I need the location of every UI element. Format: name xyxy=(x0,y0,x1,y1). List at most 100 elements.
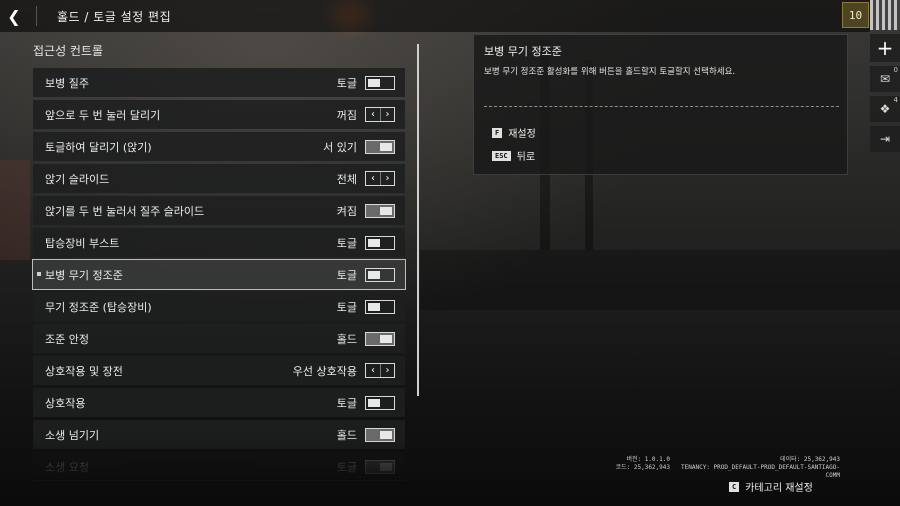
setting-row[interactable]: 앉기 슬라이드 전체 ‹ › xyxy=(33,164,405,193)
list-fade-overlay xyxy=(33,440,405,480)
chevron-right-icon[interactable]: › xyxy=(380,364,394,377)
toggle-knob xyxy=(368,238,380,247)
value-stepper[interactable]: ‹ › xyxy=(365,107,395,122)
exit-button[interactable]: ⇥ xyxy=(870,126,900,152)
setting-row[interactable]: 보병 질주 토글 xyxy=(33,68,405,97)
background-horizon xyxy=(420,250,900,310)
build-info-right: 데이터: 25,362,943 TENANCY: PROD_DEFAULT-PR… xyxy=(676,456,840,480)
back-action-button[interactable]: ESC 뒤로 xyxy=(492,148,535,163)
settings-list: 보병 질주 토글 앞으로 두 번 눌러 달리기 꺼짐 ‹ › 토글하여 달리기 (앉기) 서 … xyxy=(32,68,406,484)
toggle-switch[interactable] xyxy=(365,267,395,282)
details-divider xyxy=(484,106,839,107)
gift-icon: ❖ xyxy=(879,102,891,116)
key-hint-esc: ESC xyxy=(492,150,511,161)
chevron-left-icon[interactable]: ‹ xyxy=(366,364,380,377)
setting-row[interactable]: 상호작용 및 장전 우선 상호작용 ‹ › xyxy=(33,356,405,385)
build-data: 데이터: 25,362,943 xyxy=(780,456,840,463)
setting-value: 토글 xyxy=(336,300,357,314)
right-rail: + ✉ 0 ❖ 4 ⇥ xyxy=(870,0,900,160)
section-title: 접근성 컨트롤 xyxy=(33,44,104,58)
toggle-switch[interactable] xyxy=(365,75,395,90)
back-button[interactable]: ❮ xyxy=(0,0,28,32)
toggle-switch[interactable] xyxy=(365,235,395,250)
category-reset-button[interactable]: C 카테고리 재설정 xyxy=(729,479,813,494)
setting-row[interactable]: 탑승장비 부스트 토글 xyxy=(33,228,405,257)
setting-value: 켜짐 xyxy=(336,204,357,218)
chevron-left-icon[interactable]: ‹ xyxy=(366,108,380,121)
setting-value: 토글 xyxy=(336,236,357,250)
gift-count: 4 xyxy=(893,96,898,104)
mail-button[interactable]: ✉ 0 xyxy=(870,66,900,92)
setting-value: 전체 xyxy=(336,172,357,186)
setting-value: 서 있기 xyxy=(323,140,357,154)
reset-button[interactable]: F 재설정 xyxy=(492,125,536,140)
setting-row[interactable]: 앉기를 두 번 눌러서 질주 슬라이드 켜짐 xyxy=(33,196,405,225)
setting-label: 앞으로 두 번 눌러 달리기 xyxy=(45,108,161,122)
build-info-left: 버전: 1.0.1.0 코드: 25,362,943 xyxy=(612,456,670,472)
toggle-switch[interactable] xyxy=(365,299,395,314)
toggle-switch[interactable] xyxy=(365,395,395,410)
key-hint-c: C xyxy=(729,481,740,492)
setting-label: 상호작용 xyxy=(45,396,86,410)
build-code: 코드: 25,362,943 xyxy=(615,464,670,471)
setting-label: 상호작용 및 장전 xyxy=(45,364,123,378)
exit-icon: ⇥ xyxy=(879,132,891,146)
setting-label: 앉기 슬라이드 xyxy=(45,172,110,186)
setting-label: 토글하여 달리기 (앉기) xyxy=(45,140,152,154)
setting-value: 홀드 xyxy=(336,332,357,346)
background-structure xyxy=(0,160,30,260)
toggle-switch[interactable] xyxy=(365,331,395,346)
setting-row[interactable]: 무기 정조준 (탑승장비) 토글 xyxy=(33,292,405,321)
player-level-badge[interactable]: 10 xyxy=(842,2,869,28)
toggle-switch[interactable] xyxy=(365,203,395,218)
mail-icon: ✉ xyxy=(879,72,891,86)
chevron-left-icon: ❮ xyxy=(7,6,21,26)
qr-code-icon[interactable] xyxy=(870,0,900,30)
back-label: 뒤로 xyxy=(516,152,536,163)
chevron-left-icon[interactable]: ‹ xyxy=(366,172,380,185)
toggle-knob xyxy=(380,430,392,439)
setting-row[interactable]: 앞으로 두 번 눌러 달리기 꺼짐 ‹ › xyxy=(33,100,405,129)
toggle-knob xyxy=(368,270,380,279)
top-bar-divider xyxy=(36,6,37,26)
setting-value: 꺼짐 xyxy=(336,108,357,122)
chevron-right-icon[interactable]: › xyxy=(380,108,394,121)
setting-value: 토글 xyxy=(336,76,357,90)
breadcrumb: 홀드 / 토글 설정 편집 xyxy=(57,9,172,24)
value-stepper[interactable]: ‹ › xyxy=(365,171,395,186)
toggle-knob xyxy=(380,142,392,151)
setting-row[interactable]: 토글하여 달리기 (앉기) 서 있기 xyxy=(33,132,405,161)
setting-value: 우선 상호작용 xyxy=(292,364,357,378)
toggle-knob xyxy=(368,398,380,407)
gift-button[interactable]: ❖ 4 xyxy=(870,96,900,122)
toggle-knob xyxy=(380,334,392,343)
scrollbar[interactable] xyxy=(417,44,419,396)
setting-label: 앉기를 두 번 눌러서 질주 슬라이드 xyxy=(45,204,205,218)
toggle-switch[interactable] xyxy=(365,139,395,154)
details-panel: 보병 무기 정조준 보병 무기 정조준 활성화를 위해 버튼을 홀드할지 토글할… xyxy=(473,34,848,175)
setting-label: 보병 질주 xyxy=(45,76,89,90)
value-stepper[interactable]: ‹ › xyxy=(365,363,395,378)
setting-value: 토글 xyxy=(336,396,357,410)
setting-label: 보병 무기 정조준 xyxy=(45,268,123,282)
setting-row[interactable]: 상호작용 토글 xyxy=(33,388,405,417)
toggle-knob xyxy=(380,206,392,215)
chevron-right-icon[interactable]: › xyxy=(380,172,394,185)
toggle-knob xyxy=(368,78,380,87)
key-hint-f: F xyxy=(492,127,503,138)
build-version: 버전: 1.0.1.0 xyxy=(626,456,670,463)
reset-label: 재설정 xyxy=(508,129,536,140)
setting-label: 무기 정조준 (탑승장비) xyxy=(45,300,152,314)
details-description: 보병 무기 정조준 활성화를 위해 버튼을 홀드할지 토글할지 선택하세요. xyxy=(484,67,736,77)
setting-label: 조준 안정 xyxy=(45,332,89,346)
add-icon[interactable]: + xyxy=(870,34,900,62)
selected-marker xyxy=(37,272,41,276)
toggle-knob xyxy=(368,302,380,311)
details-title: 보병 무기 정조준 xyxy=(484,45,562,58)
setting-value: 토글 xyxy=(336,268,357,282)
setting-row[interactable]: 보병 무기 정조준 토글 xyxy=(32,259,406,290)
setting-row[interactable]: 조준 안정 홀드 xyxy=(33,324,405,353)
category-reset-label: 카테고리 재설정 xyxy=(745,483,813,494)
top-bar: ❮ 홀드 / 토글 설정 편집 xyxy=(0,0,870,32)
mail-count: 0 xyxy=(893,66,898,74)
